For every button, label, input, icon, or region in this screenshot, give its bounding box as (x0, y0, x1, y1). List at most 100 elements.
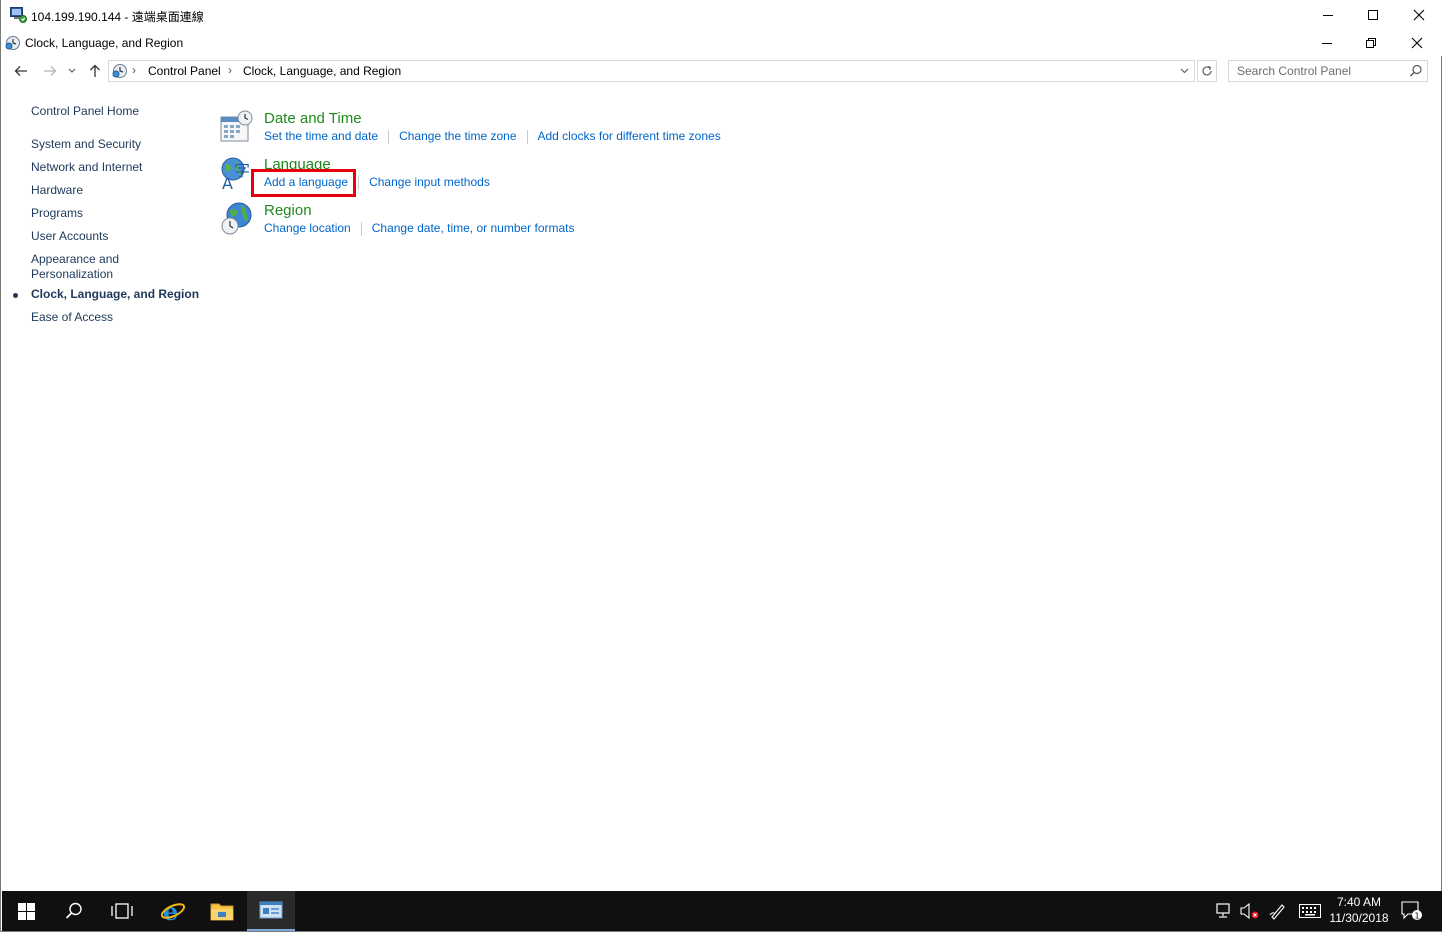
language-icon[interactable]: 字 A (220, 156, 254, 190)
refresh-button[interactable] (1197, 60, 1217, 82)
control-panel-home-link[interactable]: Control Panel Home (31, 104, 139, 119)
task-divider (526, 129, 528, 144)
add-clocks-link[interactable]: Add clocks for different time zones (538, 129, 721, 143)
up-arrow-icon (90, 64, 100, 77)
rdp-window-title: 104.199.190.144 - 遠端桌面連線 (31, 10, 204, 24)
svg-text:A: A (222, 174, 233, 190)
close-icon (1411, 37, 1423, 49)
breadcrumb-separator-icon[interactable]: › (132, 63, 136, 77)
taskbar-clock[interactable]: 7:40 AM 11/30/2018 (1324, 894, 1394, 926)
change-formats-link[interactable]: Change date, time, or number formats (372, 221, 575, 235)
remote-desktop-icon (10, 7, 27, 23)
nav-network-and-internet[interactable]: Network and Internet (31, 160, 142, 175)
back-arrow-icon (14, 66, 27, 76)
nav-hardware[interactable]: Hardware (31, 183, 83, 198)
control-panel-icon (259, 901, 283, 919)
category-title-date-and-time[interactable]: Date and Time (264, 110, 362, 127)
start-button[interactable] (2, 891, 50, 931)
volume-muted-icon (1240, 903, 1259, 919)
network-tray-button[interactable] (1215, 901, 1235, 921)
rdp-minimize-button[interactable] (1305, 0, 1351, 30)
calendar-clock-icon[interactable] (220, 110, 254, 144)
breadcrumb-separator-icon[interactable]: › (228, 63, 232, 77)
search-icon (65, 902, 82, 919)
minimize-button[interactable] (1304, 30, 1350, 56)
restore-icon (1366, 38, 1376, 48)
rdp-close-button[interactable] (1396, 0, 1442, 30)
close-button[interactable] (1394, 30, 1440, 56)
task-view-button[interactable] (98, 891, 146, 931)
taskbar-search-button[interactable] (50, 891, 98, 931)
keyboard-icon (1299, 904, 1321, 918)
minimize-icon (1323, 15, 1333, 16)
globe-clock-icon[interactable] (220, 202, 254, 236)
up-button[interactable] (84, 61, 106, 81)
address-dropdown-button[interactable] (1176, 62, 1192, 80)
rdp-titlebar[interactable]: 104.199.190.144 - 遠端桌面連線 (1, 0, 1442, 30)
refresh-icon (1202, 65, 1212, 76)
nav-user-accounts[interactable]: User Accounts (31, 229, 108, 244)
touch-keyboard-button[interactable] (1298, 901, 1322, 921)
nav-appearance-line1: Appearance and (31, 252, 120, 266)
pen-workspace-button[interactable] (1268, 901, 1288, 921)
forward-arrow-icon (44, 66, 57, 76)
maximize-icon (1368, 10, 1378, 20)
nav-appearance-and-personalization[interactable]: Appearance and Personalization (31, 252, 119, 282)
nav-ease-of-access[interactable]: Ease of Access (31, 310, 113, 325)
taskbar: e 7:40 AM 11/30/2018 1 (2, 891, 1442, 931)
search-input[interactable] (1229, 61, 1405, 81)
pen-icon (1269, 904, 1285, 920)
set-time-and-date-link[interactable]: Set the time and date (264, 129, 378, 143)
svg-text:字: 字 (234, 161, 250, 180)
change-location-link[interactable]: Change location (264, 221, 351, 235)
active-item-bullet-icon (13, 293, 18, 298)
file-explorer-icon (210, 903, 234, 921)
control-panel-clock-icon (112, 64, 127, 78)
change-time-zone-link[interactable]: Change the time zone (399, 129, 516, 143)
close-icon (1413, 9, 1425, 21)
chevron-down-icon (68, 68, 76, 73)
region-tasks: Change location Change date, time, or num… (264, 221, 575, 236)
notification-icon: 1 (1401, 901, 1422, 921)
restore-button[interactable] (1348, 30, 1394, 56)
window-titlebar[interactable]: Clock, Language, and Region (1, 30, 1442, 56)
task-divider (360, 221, 362, 236)
rdp-window: 104.199.190.144 - 遠端桌面連線 Clock, Language… (0, 0, 1442, 932)
task-divider (388, 129, 390, 144)
action-center-button[interactable]: 1 (1400, 901, 1424, 921)
search-icon[interactable] (1409, 64, 1423, 78)
chevron-down-icon (1180, 68, 1188, 74)
start-icon (17, 902, 35, 920)
internet-explorer-button[interactable]: e (149, 891, 197, 931)
volume-tray-button[interactable] (1240, 901, 1260, 921)
category-title-region[interactable]: Region (264, 202, 312, 219)
notification-count: 1 (1414, 912, 1419, 921)
nav-appearance-line2: Personalization (31, 267, 114, 281)
file-explorer-button[interactable] (198, 891, 246, 931)
internet-explorer-icon: e (160, 898, 186, 924)
minimize-icon (1322, 43, 1332, 44)
search-box[interactable] (1228, 60, 1428, 82)
breadcrumb-current[interactable]: Clock, Language, and Region (243, 64, 401, 78)
clock-time: 7:40 AM (1336, 895, 1382, 909)
clock-date: 11/30/2018 (1329, 911, 1389, 925)
control-panel-taskbar-button[interactable] (247, 891, 295, 931)
rdp-maximize-button[interactable] (1350, 0, 1396, 30)
recent-locations-button[interactable] (64, 61, 80, 81)
navigation-bar: › Control Panel › Clock, Language, and R… (1, 58, 1442, 84)
back-button[interactable] (10, 61, 32, 81)
breadcrumb-control-panel[interactable]: Control Panel (148, 64, 221, 78)
nav-clock-language-and-region[interactable]: Clock, Language, and Region (31, 287, 199, 302)
nav-programs[interactable]: Programs (31, 206, 83, 221)
control-panel-clock-icon (5, 36, 20, 50)
date-time-tasks: Set the time and date Change the time zon… (264, 129, 721, 144)
highlight-box (251, 169, 356, 197)
window-title: Clock, Language, and Region (25, 36, 184, 50)
forward-button[interactable] (39, 61, 61, 81)
network-icon (1216, 903, 1230, 918)
task-divider (358, 175, 360, 190)
nav-system-and-security[interactable]: System and Security (31, 137, 141, 152)
address-bar[interactable]: › Control Panel › Clock, Language, and R… (108, 60, 1195, 82)
task-view-icon (111, 903, 133, 919)
change-input-methods-link[interactable]: Change input methods (369, 175, 490, 189)
